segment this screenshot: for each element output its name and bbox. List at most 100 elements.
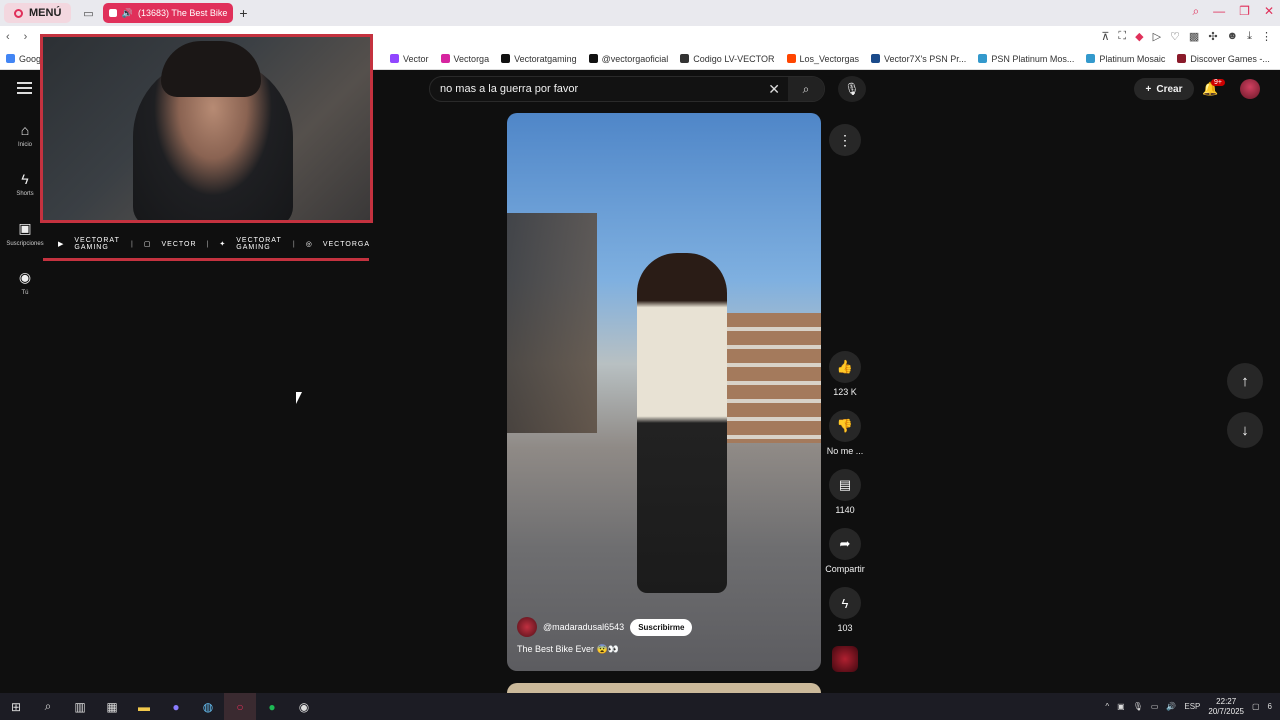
- extension-d-icon[interactable]: ▩: [1189, 30, 1199, 43]
- bookmark-label: Vectoratgaming: [514, 53, 577, 64]
- bookmark-item[interactable]: Vector7X's PSN Pr...: [871, 54, 966, 64]
- create-button[interactable]: + Crear: [1134, 78, 1194, 100]
- audio-source-thumbnail[interactable]: [832, 646, 858, 672]
- comment-icon: ▤: [838, 477, 852, 492]
- task-view-icon[interactable]: ▥: [64, 693, 96, 720]
- subscribe-button[interactable]: Suscribirme: [630, 618, 693, 636]
- volume-icon[interactable]: 🔊: [1166, 702, 1176, 711]
- bookmark-item[interactable]: Los_Vectorgas: [786, 54, 859, 64]
- microphone-tray-icon[interactable]: 🎙: [1133, 702, 1143, 711]
- pin-icon[interactable]: ⊼: [1101, 30, 1109, 43]
- app-icon[interactable]: ▦: [96, 693, 128, 720]
- bookmark-item[interactable]: @vectorgaoficial: [588, 53, 669, 64]
- channel-name[interactable]: @madaradusal6543: [543, 622, 624, 632]
- chevron-up-icon[interactable]: ^: [1105, 702, 1109, 711]
- forward-icon[interactable]: ›: [24, 31, 28, 43]
- comments-button[interactable]: ▤ 1140: [826, 469, 864, 515]
- more-options-button[interactable]: ⋮: [829, 124, 861, 156]
- bookmark-item[interactable]: Vectoratgaming: [501, 54, 577, 64]
- search-tabs-icon[interactable]: ⌕: [1192, 4, 1199, 19]
- download-icon[interactable]: ⤓: [1247, 30, 1252, 43]
- remix-count: 103: [837, 623, 853, 633]
- language-indicator[interactable]: ESP: [1184, 702, 1200, 711]
- play-icon[interactable]: ▷: [1153, 30, 1161, 43]
- browser-menu-button[interactable]: MENÚ: [4, 3, 72, 23]
- thumbs-down-icon: 👎: [836, 418, 854, 433]
- opera-gx-icon[interactable]: ○: [224, 693, 256, 720]
- vertical-dots-icon: ⋮: [838, 131, 852, 148]
- clear-search-icon[interactable]: ✕: [768, 81, 780, 98]
- pocket-icon[interactable]: ◆: [1135, 30, 1143, 43]
- bookmark-item[interactable]: Discover Games -...: [1177, 54, 1270, 64]
- search-input[interactable]: no mas a la guerra por favor: [440, 83, 578, 95]
- more-icon[interactable]: ⋮: [1261, 30, 1272, 43]
- clock-time: 22:27: [1216, 696, 1237, 706]
- avatar[interactable]: [1240, 79, 1260, 99]
- dislike-button[interactable]: 👎 No me ...: [826, 410, 864, 456]
- like-button[interactable]: 👍 123 K: [826, 351, 864, 397]
- discord-icon[interactable]: ●: [160, 693, 192, 720]
- comment-count: 1140: [835, 505, 855, 515]
- voice-search-button[interactable]: 🎙: [838, 76, 866, 102]
- file-explorer-icon[interactable]: ▬: [128, 693, 160, 720]
- short-channel-row: @madaradusal6543 Suscribirme: [517, 617, 693, 637]
- streamer-hair-shape: [161, 41, 261, 97]
- bookmark-item[interactable]: Vectorga: [440, 54, 489, 64]
- next-short-button[interactable]: ↓: [1227, 412, 1263, 448]
- socials-accent-line: [43, 258, 369, 261]
- bookmark-label: Codigo LV-VECTOR: [693, 53, 775, 64]
- network-icon[interactable]: ▭: [1151, 702, 1159, 711]
- separator: |: [206, 240, 210, 248]
- bookmark-favicon-icon: [786, 54, 796, 63]
- speaker-icon[interactable]: 🔊: [122, 8, 133, 19]
- steam-icon[interactable]: ◍: [192, 693, 224, 720]
- account-icon[interactable]: ☻: [1227, 30, 1239, 43]
- extensions-icon[interactable]: ✣: [1208, 30, 1217, 43]
- tab-island-icon[interactable]: ▭: [77, 3, 99, 23]
- search-button[interactable]: ⌕: [788, 77, 824, 101]
- obs-icon[interactable]: ◉: [288, 693, 320, 720]
- back-icon[interactable]: ‹: [6, 31, 10, 43]
- remix-button[interactable]: ϟ 103: [826, 587, 864, 633]
- sidebar-item-label: Suscripciones: [6, 241, 44, 247]
- microphone-icon: 🎙: [844, 82, 860, 96]
- device-icon[interactable]: ▣: [1117, 702, 1125, 711]
- new-tab-button[interactable]: +: [239, 5, 247, 21]
- channel-avatar[interactable]: [517, 617, 537, 637]
- menu-label: MENÚ: [29, 7, 62, 19]
- bookmark-label: @vectorgaoficial: [601, 53, 669, 64]
- tab-youtube[interactable]: 🔊 (13683) The Best Bike: [103, 3, 234, 23]
- youtube-icon: ▶: [58, 241, 65, 248]
- short-video-player[interactable]: @madaradusal6543 Suscribirme The Best Bi…: [507, 113, 821, 671]
- restore-icon[interactable]: ❐: [1239, 4, 1250, 19]
- spotify-icon[interactable]: ●: [256, 693, 288, 720]
- bookmark-label: PSN Platinum Mos...: [991, 53, 1075, 64]
- like-count: 123 K: [833, 387, 857, 397]
- bookmark-item[interactable]: Codigo LV-VECTOR: [680, 53, 775, 64]
- short-caption[interactable]: The Best Bike Ever 😨👀: [517, 644, 619, 655]
- bookmark-item[interactable]: Vector: [390, 54, 429, 64]
- hamburger-menu-icon[interactable]: [17, 82, 32, 94]
- bookmark-favicon-icon: [1086, 54, 1096, 63]
- bookmark-item[interactable]: PSN Platinum Mos...: [978, 54, 1074, 64]
- system-tray: ^ ▣ 🎙 ▭ 🔊 ESP 22:27 20/7/2025 ▢ 6: [1105, 693, 1272, 720]
- search-icon[interactable]: ⌕: [32, 693, 64, 720]
- bookmark-favicon-icon: [440, 54, 450, 63]
- snapshot-icon[interactable]: ⛶: [1118, 30, 1126, 43]
- bookmark-item[interactable]: Platinum Mosaic: [1086, 54, 1165, 64]
- close-icon[interactable]: ✕: [1264, 4, 1274, 19]
- share-label: Compartir: [825, 564, 865, 574]
- previous-short-button[interactable]: ↑: [1227, 363, 1263, 399]
- bookmark-label: Platinum Mosaic: [1099, 53, 1166, 64]
- windows-start-icon[interactable]: ⊞: [0, 693, 32, 720]
- plus-icon: +: [1145, 83, 1152, 95]
- sidebar-item-tu[interactable]: ◉ Tú: [0, 269, 50, 296]
- bookmark-label: Vector: [403, 53, 429, 64]
- minimize-icon[interactable]: —: [1213, 4, 1225, 19]
- clock[interactable]: 22:27 20/7/2025: [1208, 697, 1244, 717]
- notification-center-icon[interactable]: ▢: [1252, 702, 1260, 711]
- notification-count: 6: [1267, 702, 1272, 711]
- share-button[interactable]: ➦ Compartir: [823, 528, 867, 574]
- heart-icon[interactable]: ♡: [1170, 30, 1180, 43]
- search-box[interactable]: no mas a la guerra por favor ✕ ⌕: [429, 76, 825, 102]
